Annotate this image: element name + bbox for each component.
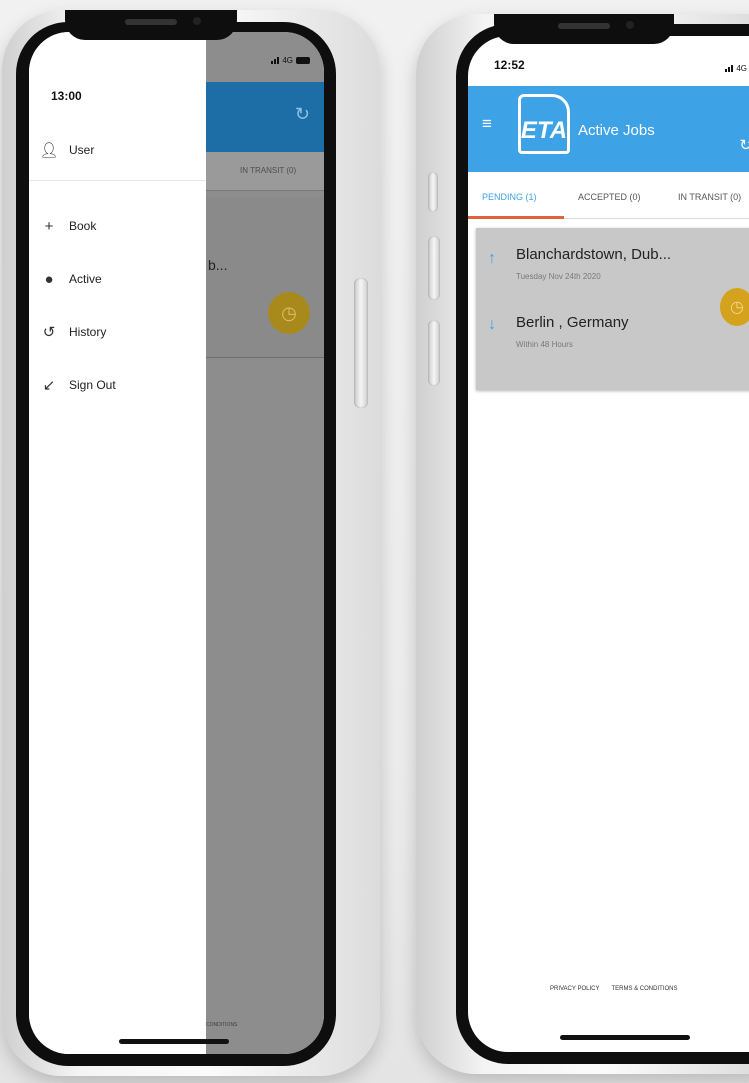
dropoff-location: Berlin , Germany: [516, 314, 629, 331]
status-time: 13:00: [51, 89, 82, 103]
arrow-down-icon: ↓: [488, 316, 496, 333]
dropoff-time: Within 48 Hours: [516, 340, 573, 349]
mute-switch: [428, 172, 438, 212]
status-time: 12:52: [494, 58, 525, 72]
speaker: [558, 23, 610, 29]
pickup-location: Blanchardstown, Dub...: [516, 246, 672, 263]
side-button: [354, 278, 368, 408]
notch: [65, 10, 237, 40]
pickup-date: Tuesday Nov 24th 2020: [516, 272, 601, 281]
front-camera: [193, 17, 201, 25]
home-indicator[interactable]: [119, 1039, 229, 1044]
phone-screen: 12:52 4G ≡ ETA Active Jobs ↻ PENDING (1)…: [468, 36, 749, 1052]
drawer-item-sign-out[interactable]: ↙ Sign Out: [29, 367, 206, 403]
battery-icon: [296, 57, 310, 64]
clock-filled-icon: ●: [44, 270, 54, 288]
tab-pending[interactable]: PENDING (1): [482, 192, 537, 202]
job-card[interactable]: ↑ Blanchardstown, Dub... Tuesday Nov 24t…: [476, 228, 749, 390]
arrow-up-icon: ↑: [488, 250, 496, 267]
history-icon: ↺: [42, 324, 56, 341]
status-indicators: 4G: [725, 64, 749, 73]
job-tabs: PENDING (1) ACCEPTED (0) IN TRANSIT (0): [468, 172, 749, 219]
eta-logo: ETA: [518, 94, 570, 154]
terms-link[interactable]: TERMS & CONDITIONS: [611, 986, 677, 992]
clock-icon: ◷: [268, 292, 310, 334]
drawer-item-active[interactable]: ● Active: [29, 261, 206, 297]
signal-icon: [725, 65, 734, 72]
tab-in-transit: IN TRANSIT (0): [240, 166, 297, 175]
home-indicator[interactable]: [560, 1035, 690, 1040]
page-title: Active Jobs: [578, 122, 655, 139]
tab-accepted[interactable]: ACCEPTED (0): [578, 192, 641, 202]
signal-icon: [271, 57, 280, 64]
drawer-item-label: Book: [69, 219, 97, 233]
speaker: [125, 19, 177, 25]
background-card-text: b...: [208, 257, 228, 273]
notch: [494, 14, 674, 44]
drawer-user-row[interactable]: 👤︎ User: [29, 120, 206, 181]
network-label: 4G: [736, 64, 747, 73]
left-phone: ↻ IN TRANSIT (0) b... ◷ CONDITIONS 13:00…: [2, 10, 380, 1076]
volume-up-button: [428, 236, 440, 300]
plus-icon: +: [44, 217, 54, 235]
drawer-item-label: History: [69, 325, 107, 339]
refresh-icon: ↻: [294, 104, 310, 124]
background-footer: CONDITIONS: [206, 1022, 238, 1028]
drawer-item-label: Active: [69, 272, 102, 286]
scrim-overlay[interactable]: ↻ IN TRANSIT (0) b... ◷ CONDITIONS: [206, 32, 324, 1054]
drawer-item-book[interactable]: + Book: [29, 208, 206, 244]
tab-in-transit[interactable]: IN TRANSIT (0): [678, 192, 741, 202]
active-tab-indicator: [468, 216, 564, 219]
refresh-icon[interactable]: ↻: [739, 136, 749, 154]
status-indicators: 4G: [271, 56, 310, 65]
app-bar: ≡ ETA Active Jobs ↻: [468, 86, 749, 172]
sign-out-icon: ↙: [42, 377, 56, 394]
privacy-policy-link[interactable]: PRIVACY POLICY: [550, 986, 599, 992]
background-job-card: b... ◷: [206, 197, 324, 358]
hamburger-menu-icon[interactable]: ≡: [482, 114, 492, 134]
background-tabs: IN TRANSIT (0): [206, 152, 324, 191]
footer-links: PRIVACY POLICY TERMS & CONDITIONS: [550, 986, 677, 992]
drawer-item-history[interactable]: ↺ History: [29, 314, 206, 350]
clock-icon: ◷: [720, 288, 749, 326]
volume-down-button: [428, 320, 440, 386]
front-camera: [626, 21, 634, 29]
network-label: 4G: [282, 56, 293, 65]
phone-screen: ↻ IN TRANSIT (0) b... ◷ CONDITIONS 13:00…: [29, 32, 324, 1054]
user-icon: 👤︎: [39, 142, 59, 159]
user-label: User: [69, 143, 95, 157]
drawer-item-label: Sign Out: [69, 378, 116, 392]
navigation-drawer: 13:00 👤︎ User + Book ● Active ↺ History …: [29, 32, 206, 1054]
right-phone: 12:52 4G ≡ ETA Active Jobs ↻ PENDING (1)…: [416, 14, 749, 1074]
